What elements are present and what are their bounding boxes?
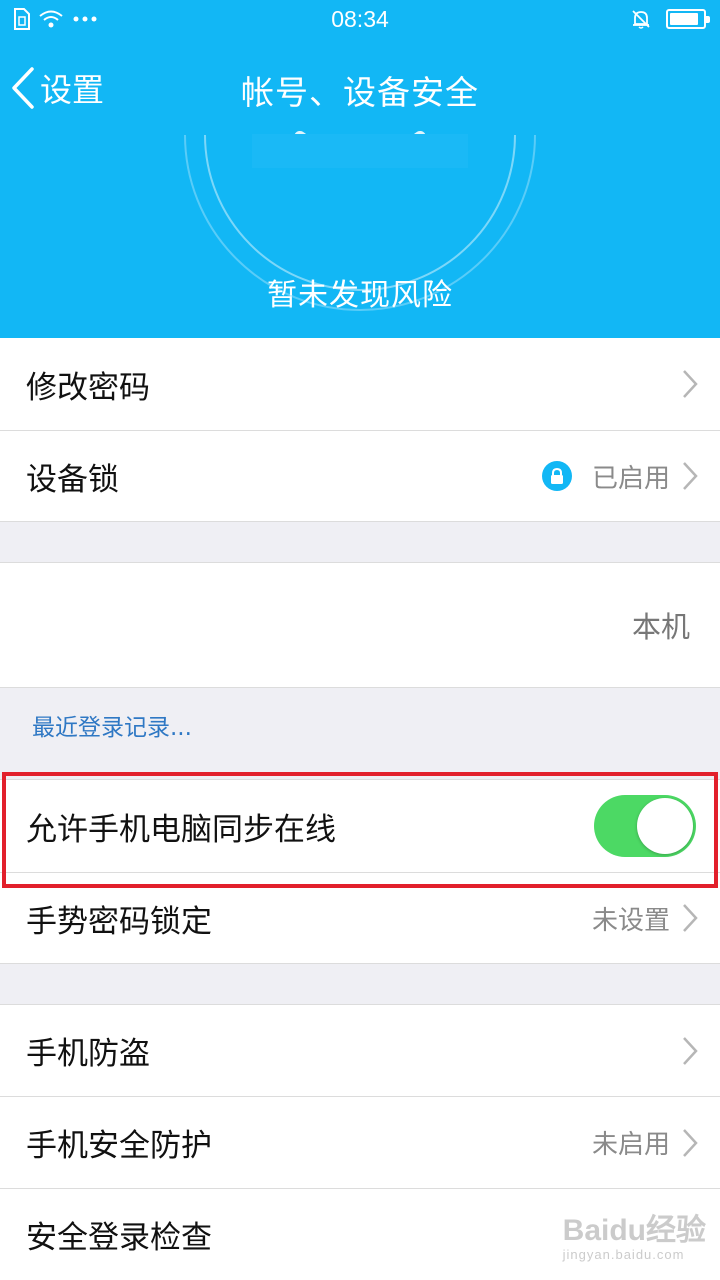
secure-login-check-label: 安全登录检查 bbox=[26, 1220, 212, 1256]
watermark-brand: Baidu经验 bbox=[562, 1214, 706, 1247]
security-protection-status: 未启用 bbox=[591, 1130, 670, 1160]
navigation-bar: 设置 帐号、设备安全 bbox=[0, 52, 720, 124]
chevron-right-icon bbox=[683, 1128, 698, 1157]
page-title: 帐号、设备安全 bbox=[241, 73, 479, 112]
device-lock-label: 设备锁 bbox=[26, 461, 119, 498]
anti-theft-label: 手机防盗 bbox=[26, 1036, 150, 1072]
device-lock-row[interactable]: 设备锁 已启用 bbox=[0, 431, 720, 521]
security-status-text: 暂未发现风险 bbox=[267, 278, 453, 313]
lock-icon bbox=[541, 461, 572, 491]
gesture-lock-row[interactable]: 手势密码锁定 未设置 bbox=[0, 873, 720, 963]
anti-theft-row[interactable]: 手机防盗 bbox=[0, 1005, 720, 1096]
change-password-row[interactable]: 修改密码 bbox=[0, 338, 720, 430]
chevron-right-icon bbox=[683, 370, 698, 398]
security-protection-row[interactable]: 手机安全防护 未启用 bbox=[0, 1097, 720, 1188]
divider bbox=[0, 963, 720, 964]
security-protection-label: 手机安全防护 bbox=[26, 1128, 212, 1164]
gesture-lock-label: 手势密码锁定 bbox=[26, 903, 212, 940]
divider bbox=[0, 521, 720, 522]
mute-bell-icon bbox=[632, 10, 650, 29]
battery-icon bbox=[666, 9, 710, 29]
change-password-label: 修改密码 bbox=[26, 369, 150, 406]
chevron-right-icon bbox=[683, 462, 698, 490]
clock: 08:34 bbox=[331, 6, 389, 32]
watermark-url: jingyan.baidu.com bbox=[562, 1247, 685, 1262]
chevron-right-icon bbox=[683, 904, 698, 932]
divider bbox=[0, 687, 720, 688]
gesture-lock-status: 未设置 bbox=[591, 905, 670, 936]
status-bar: 08:34 bbox=[0, 0, 720, 40]
sync-online-label: 允许手机电脑同步在线 bbox=[26, 811, 336, 848]
device-lock-status: 已启用 bbox=[591, 463, 670, 494]
chevron-right-icon bbox=[683, 1036, 698, 1065]
sync-online-toggle[interactable] bbox=[594, 795, 696, 857]
recent-login-records-link[interactable]: 最近登录记录... bbox=[32, 708, 192, 742]
current-device-row[interactable]: 本机 bbox=[0, 563, 720, 687]
watermark: Baidu经验 jingyan.baidu.com bbox=[563, 1205, 706, 1262]
sync-online-row: 允许手机电脑同步在线 bbox=[0, 780, 720, 872]
toggle-knob bbox=[637, 798, 693, 854]
header-banner: 08:34 设置 帐号、设备安全 暂未发现风险 bbox=[0, 0, 720, 338]
current-device-label: 本机 bbox=[631, 610, 690, 644]
